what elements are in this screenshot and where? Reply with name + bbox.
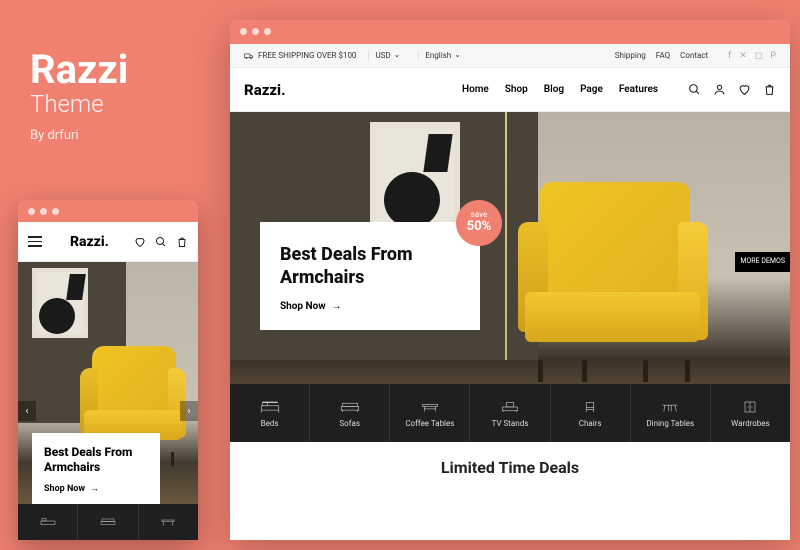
category-strip: Beds Sofas Coffee Tables TV Stands Chair… xyxy=(230,384,790,442)
hero-card: save 50% Best Deals From Armchairs Shop … xyxy=(260,222,480,330)
search-icon[interactable] xyxy=(155,236,167,248)
hero-title-mobile: Best Deals From Armchairs xyxy=(44,445,148,475)
window-dot-icon xyxy=(40,208,47,215)
desktop-preview: FREE SHIPPING OVER $100 USD English Ship… xyxy=(230,20,790,540)
arrow-right-icon: → xyxy=(90,483,99,494)
window-dot-icon xyxy=(240,28,247,35)
category-mobile-3[interactable] xyxy=(139,504,198,540)
wishlist-icon[interactable] xyxy=(738,83,751,96)
window-dot-icon xyxy=(252,28,259,35)
mobile-nav: Razzi. xyxy=(18,222,198,262)
armchair-image xyxy=(510,182,710,382)
nav-page[interactable]: Page xyxy=(580,84,603,95)
sofa-icon xyxy=(100,516,116,528)
shop-now-button[interactable]: Shop Now → xyxy=(280,301,460,312)
chevron-down-icon xyxy=(454,51,461,60)
utility-bar: FREE SHIPPING OVER $100 USD English Ship… xyxy=(230,44,790,68)
section-title-deals: Limited Time Deals xyxy=(230,442,790,477)
bed-icon xyxy=(40,516,56,528)
hero-card-mobile: Best Deals From Armchairs Shop Now → xyxy=(32,433,160,504)
more-demos-tab[interactable]: MORE DEMOS xyxy=(735,252,790,272)
main-nav: Razzi. Home Shop Blog Page Features xyxy=(230,68,790,112)
promo-subtitle: Theme xyxy=(30,90,128,118)
pinterest-icon[interactable]: P xyxy=(770,51,776,61)
tv-stand-icon xyxy=(500,399,520,415)
dining-table-icon xyxy=(660,399,680,415)
brand-logo[interactable]: Razzi. xyxy=(244,81,286,99)
category-beds[interactable]: Beds xyxy=(230,384,310,442)
floor-lamp xyxy=(505,112,507,360)
promo-block: Razzi Theme By drfuri xyxy=(30,50,128,143)
category-tv-stands[interactable]: TV Stands xyxy=(470,384,550,442)
menu-icon[interactable] xyxy=(28,236,42,247)
sofa-icon xyxy=(340,399,360,415)
wall-art xyxy=(370,122,460,232)
carousel-prev-button[interactable]: ‹ xyxy=(18,401,36,421)
hero-section-mobile: ‹ › Best Deals From Armchairs Shop Now → xyxy=(18,262,198,540)
facebook-icon[interactable]: f xyxy=(728,51,731,61)
browser-chrome xyxy=(230,20,790,44)
table-icon xyxy=(160,516,176,528)
topbar-link-contact[interactable]: Contact xyxy=(680,51,708,60)
bed-icon xyxy=(260,399,280,415)
promo-author: By drfuri xyxy=(30,128,128,143)
hero-title: Best Deals From Armchairs xyxy=(280,244,460,289)
category-dining-tables[interactable]: Dining Tables xyxy=(631,384,711,442)
category-chairs[interactable]: Chairs xyxy=(551,384,631,442)
nav-shop[interactable]: Shop xyxy=(505,84,528,95)
chevron-down-icon xyxy=(394,51,401,60)
chair-icon xyxy=(580,399,600,415)
topbar-link-faq[interactable]: FAQ xyxy=(656,51,670,60)
bag-icon[interactable] xyxy=(763,83,776,96)
category-strip-mobile xyxy=(18,504,198,540)
category-wardrobes[interactable]: Wardrobes xyxy=(711,384,790,442)
window-dot-icon xyxy=(28,208,35,215)
currency-selector[interactable]: USD xyxy=(368,51,406,60)
twitter-icon[interactable]: ✕ xyxy=(739,51,747,61)
browser-chrome-mobile xyxy=(18,200,198,222)
shop-now-button-mobile[interactable]: Shop Now → xyxy=(44,483,148,494)
language-selector[interactable]: English xyxy=(418,51,467,60)
coffee-table-icon xyxy=(420,399,440,415)
truck-icon xyxy=(244,52,254,60)
bag-icon[interactable] xyxy=(176,236,188,248)
account-icon[interactable] xyxy=(713,83,726,96)
mobile-preview: Razzi. ‹ › Best Deals From Armchairs Sho… xyxy=(18,200,198,540)
window-dot-icon xyxy=(264,28,271,35)
arrow-right-icon: → xyxy=(332,301,342,312)
window-dot-icon xyxy=(52,208,59,215)
wall-art xyxy=(32,268,88,338)
free-shipping-label: FREE SHIPPING OVER $100 xyxy=(244,51,356,60)
instagram-icon[interactable]: ◻ xyxy=(755,51,762,61)
category-mobile-1[interactable] xyxy=(18,504,78,540)
sale-badge: save 50% xyxy=(456,200,502,246)
category-sofas[interactable]: Sofas xyxy=(310,384,390,442)
wardrobe-icon xyxy=(740,399,760,415)
wishlist-icon[interactable] xyxy=(134,236,146,248)
nav-features[interactable]: Features xyxy=(619,84,658,95)
search-icon[interactable] xyxy=(688,83,701,96)
promo-title: Razzi xyxy=(30,50,128,90)
hero-section: save 50% Best Deals From Armchairs Shop … xyxy=(230,112,790,442)
nav-home[interactable]: Home xyxy=(462,84,489,95)
nav-blog[interactable]: Blog xyxy=(544,84,564,95)
category-mobile-2[interactable] xyxy=(78,504,138,540)
topbar-link-shipping[interactable]: Shipping xyxy=(615,51,646,60)
carousel-next-button[interactable]: › xyxy=(180,401,198,421)
brand-logo-mobile[interactable]: Razzi. xyxy=(70,234,109,250)
category-coffee-tables[interactable]: Coffee Tables xyxy=(390,384,470,442)
